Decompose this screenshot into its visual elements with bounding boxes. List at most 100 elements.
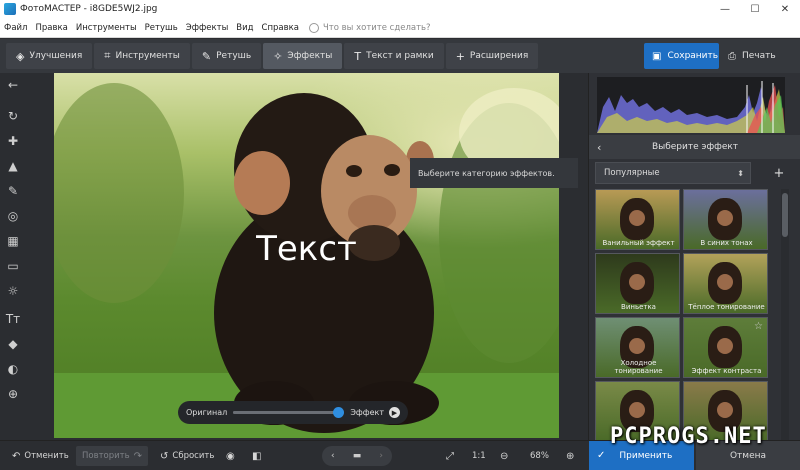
effect-thumb[interactable]: Холодное тонирование — [595, 317, 680, 378]
effect-thumb[interactable]: Тёплое тонирование — [683, 253, 768, 314]
photo-text-overlay[interactable]: Текст — [54, 229, 559, 269]
effect-thumb[interactable]: В синих тонах — [683, 189, 768, 250]
globe-icon[interactable]: ⊕ — [5, 386, 21, 402]
thumb-face — [717, 338, 733, 354]
dropdown-value: Популярные — [604, 168, 660, 178]
compare-slider-handle[interactable] — [332, 407, 344, 418]
plus-circle-icon: ⊕ — [566, 450, 575, 462]
search-icon — [308, 22, 319, 33]
zoom-out-button[interactable]: ⊖ — [500, 446, 512, 466]
window-controls: — ☐ ✕ — [710, 0, 800, 18]
effects-scrollbar[interactable] — [781, 189, 789, 440]
command-search[interactable]: Что вы хотите сделать? — [308, 22, 431, 33]
thumb-face — [629, 274, 645, 290]
sun-icon[interactable]: ☼ — [5, 283, 21, 299]
tab-tools[interactable]: ⌗ Инструменты — [94, 43, 190, 69]
menu-tools[interactable]: Инструменты — [72, 23, 141, 33]
tab-retouch[interactable]: ✎ Ретушь — [191, 43, 262, 69]
back-arrow-icon[interactable]: ← — [5, 77, 21, 93]
undo-button[interactable]: ↶ Отменить — [12, 446, 69, 466]
actual-size-button[interactable]: 1:1 — [472, 446, 486, 466]
print-label: Печать — [742, 51, 776, 61]
menu-retouch[interactable]: Ретушь — [141, 23, 182, 33]
maximize-button[interactable]: ☐ — [740, 0, 770, 18]
stamp-icon[interactable]: ▲ — [5, 158, 21, 174]
preview-button[interactable]: ◉ — [226, 446, 239, 466]
zoom-level-label: 68% — [530, 451, 549, 461]
tab-text-frames[interactable]: T Текст и рамки — [344, 43, 444, 69]
close-button[interactable]: ✕ — [770, 0, 800, 18]
add-effect-button[interactable]: + — [768, 162, 790, 184]
redo-label: Повторить — [82, 451, 130, 461]
vignette-icon[interactable]: ▭ — [5, 258, 21, 274]
thumb-face — [629, 402, 645, 418]
radial-icon[interactable]: ◎ — [5, 208, 21, 224]
print-button[interactable]: ⎙ Печать — [722, 43, 790, 69]
scrollbar-thumb[interactable] — [782, 193, 788, 237]
tab-label: Расширения — [469, 51, 529, 61]
zoom-in-button[interactable]: ⊕ — [566, 446, 578, 466]
redo-icon: ↷ — [133, 450, 143, 462]
menu-help[interactable]: Справка — [258, 23, 303, 33]
window-title: ФотоМАСТЕР - i8GDE5WJ2.jpg — [20, 4, 158, 14]
histogram — [597, 77, 785, 133]
blur-icon[interactable]: ◐ — [5, 361, 21, 377]
plus-icon: + — [455, 49, 465, 63]
search-placeholder: Что вы хотите сделать? — [322, 22, 431, 33]
fit-screen-icon: ⤢ — [446, 450, 454, 462]
effect-thumb[interactable]: Виньетка — [595, 253, 680, 314]
compare-slider: Оригинал Эффект ▶ — [178, 401, 408, 424]
effect-label: В синих тонах — [700, 239, 753, 247]
rotate-icon[interactable]: ↻ — [5, 108, 21, 124]
tab-extensions[interactable]: + Расширения — [445, 43, 539, 69]
favorite-star-icon[interactable]: ☆ — [754, 321, 763, 332]
back-chevron-icon[interactable]: ‹ — [597, 141, 601, 154]
menu-file[interactable]: Файл — [0, 23, 31, 33]
chevron-right-icon[interactable]: ▶ — [389, 407, 400, 418]
crop-icon: ⌗ — [104, 49, 111, 62]
gradient-icon[interactable]: ▦ — [5, 233, 21, 249]
tab-effects[interactable]: ✧ Эффекты — [263, 43, 343, 69]
tab-enhancements[interactable]: ◈ Улучшения — [6, 43, 93, 69]
effect-label: Виньетка — [621, 303, 656, 311]
effect-category-select[interactable]: Популярные ⬍ — [595, 162, 751, 184]
menu-effects[interactable]: Эффекты — [182, 23, 233, 33]
thumb-face — [717, 210, 733, 226]
effect-thumb[interactable]: Ванильный эффект — [595, 189, 680, 250]
minus-circle-icon: ⊖ — [500, 450, 509, 462]
brush-icon[interactable]: ✎ — [5, 183, 21, 199]
bandage-icon[interactable]: ✚ — [5, 133, 21, 149]
file-navigation: ‹ ▬ › — [322, 446, 392, 466]
effects-grid: Ванильный эффект В синих тонах Виньетка … — [595, 189, 771, 440]
undo-label: Отменить — [24, 451, 69, 461]
effect-thumb[interactable]: ☆ Эффект контраста — [683, 317, 768, 378]
redo-button[interactable]: Повторить ↷ — [76, 446, 149, 466]
reset-label: Сбросить — [172, 451, 215, 461]
thumb-face — [629, 338, 645, 354]
compare-track[interactable] — [233, 407, 345, 418]
effect-header: ‹ Выберите эффект — [589, 135, 800, 159]
cancel-label: Отмена — [729, 450, 767, 461]
original-label: Оригинал — [186, 408, 228, 417]
menu-view[interactable]: Вид — [232, 23, 257, 33]
next-arrow-icon[interactable]: › — [379, 451, 383, 461]
split-view-icon: ◧ — [252, 450, 262, 462]
thumb-face — [629, 210, 645, 226]
photo[interactable]: Текст — [54, 73, 559, 438]
reset-button[interactable]: ↺ Сбросить — [160, 446, 214, 466]
effects-tooltip: Выберите категорию эффектов. — [410, 158, 578, 188]
save-button[interactable]: ▣ Сохранить — [644, 43, 719, 69]
fill-icon[interactable]: ◆ — [5, 336, 21, 352]
fit-screen-button[interactable]: ⤢ — [446, 446, 458, 466]
minimize-button[interactable]: — — [710, 0, 740, 18]
apply-label: Применить — [619, 450, 673, 461]
compare-button[interactable]: ◧ — [252, 446, 265, 466]
menu-edit[interactable]: Правка — [31, 23, 71, 33]
canvas-area: Текст Оригинал Эффект ▶ — [26, 73, 588, 440]
title-bar: ФотоМАСТЕР - i8GDE5WJ2.jpg — ☐ ✕ — [0, 0, 800, 18]
menu-bar: Файл Правка Инструменты Ретушь Эффекты В… — [0, 18, 800, 38]
folder-icon[interactable]: ▬ — [353, 451, 362, 461]
save-label: Сохранить — [667, 51, 719, 61]
text-icon[interactable]: Tт — [5, 311, 21, 327]
prev-arrow-icon[interactable]: ‹ — [331, 451, 335, 461]
